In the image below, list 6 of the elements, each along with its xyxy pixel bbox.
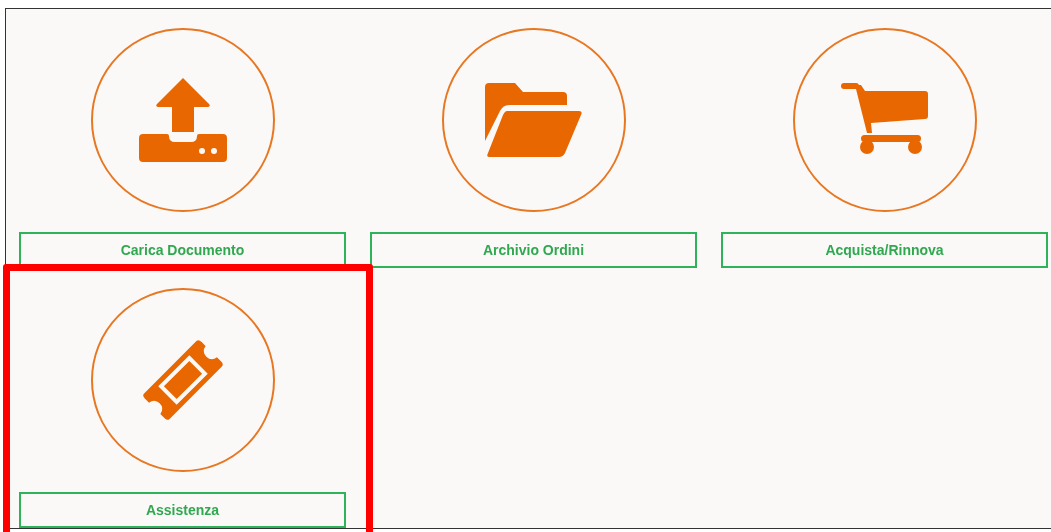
tile-button[interactable]: Acquista/Rinnova [721, 232, 1048, 268]
cart-icon [840, 83, 929, 157]
tile-button[interactable]: Assistenza [19, 492, 346, 528]
upload-icon [138, 78, 227, 162]
tile-button[interactable]: Archivio Ordini [370, 232, 697, 268]
folder-icon [484, 83, 583, 157]
